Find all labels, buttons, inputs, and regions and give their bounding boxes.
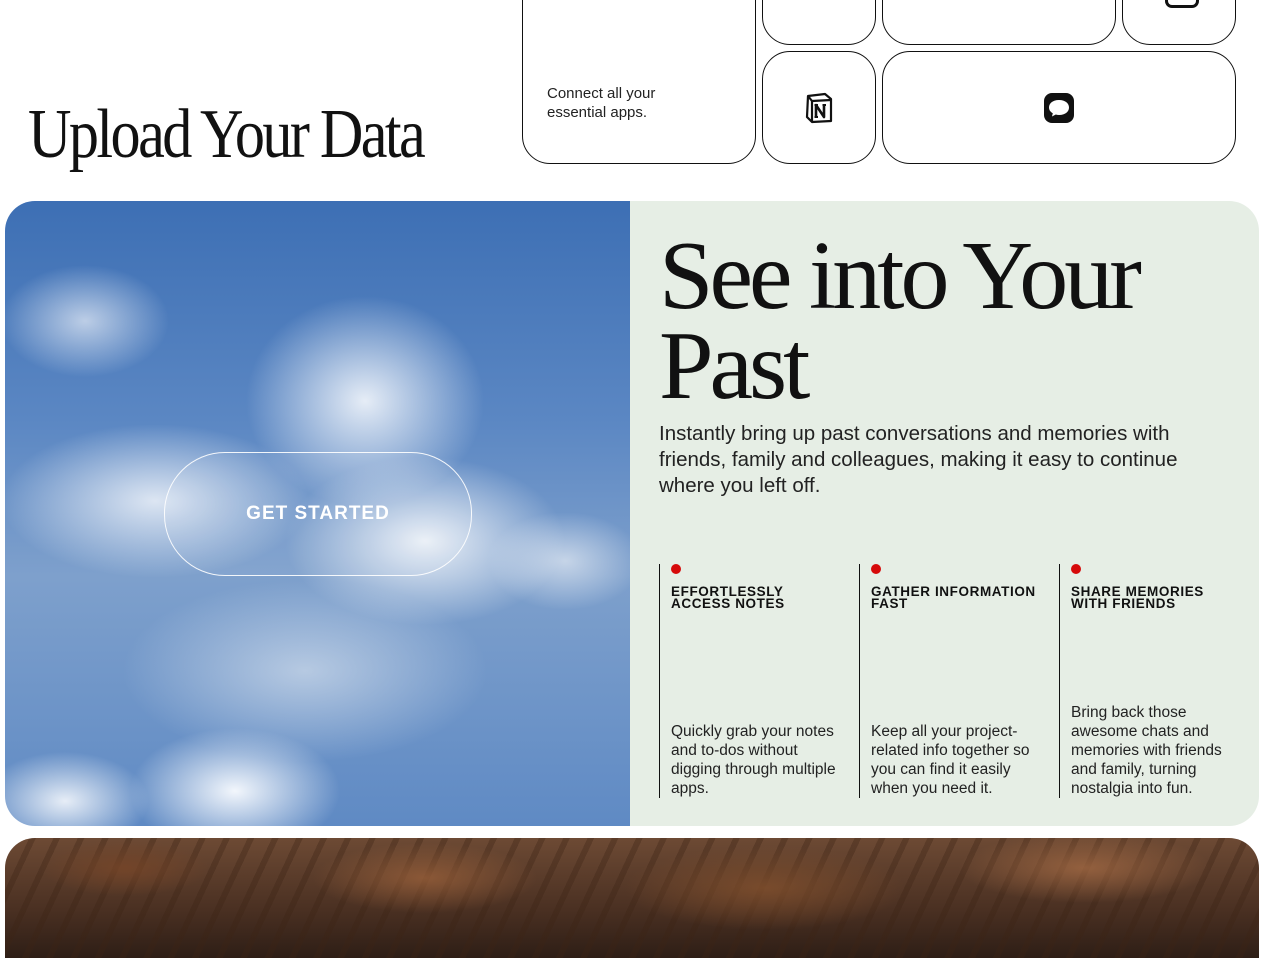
feature-column: SHARE MEMORIES WITH FRIENDS Bring back t… [1059,564,1249,798]
imessage-icon [1044,92,1074,123]
get-started-button[interactable]: GET STARTED [164,452,472,576]
feature-column-text: Quickly grab your notes and to-dos witho… [671,723,836,797]
feature-description: Instantly bring up past conversations an… [659,422,1178,497]
connect-apps-text: Connect all your essential apps. [547,85,656,121]
connect-apps-card[interactable]: Connect all your essential apps. [522,0,756,164]
red-dot-icon [671,564,681,574]
integration-tile[interactable] [762,0,876,45]
feature-column: EFFORTLESSLY ACCESS NOTES Quickly grab y… [659,564,849,798]
feature-panel: See into Your Past Instantly bring up pa… [630,201,1259,826]
integration-tile[interactable] [882,0,1116,45]
feature-column: GATHER INFORMATION FAST Keep all your pr… [859,564,1049,798]
integration-tile[interactable] [1122,0,1236,45]
canyon-image [5,838,1259,958]
feature-column-text: Keep all your project-related info toget… [871,723,1030,797]
notion-tile[interactable] [762,51,876,164]
feature-column-text: Bring back those awesome chats and memor… [1071,704,1222,797]
sky-image: GET STARTED [5,201,630,826]
feature-title: See into Your Past [659,222,1142,420]
app-icon [1165,0,1199,8]
red-dot-icon [1071,564,1081,574]
feature-column-title: GATHER INFORMATION FAST [871,584,1036,611]
notion-icon [805,92,833,123]
feature-column-title: SHARE MEMORIES WITH FRIENDS [1071,584,1204,611]
red-dot-icon [871,564,881,574]
upload-heading: Upload Your Data [28,96,426,173]
imessage-tile[interactable] [882,51,1236,164]
feature-column-title: EFFORTLESSLY ACCESS NOTES [671,584,785,611]
